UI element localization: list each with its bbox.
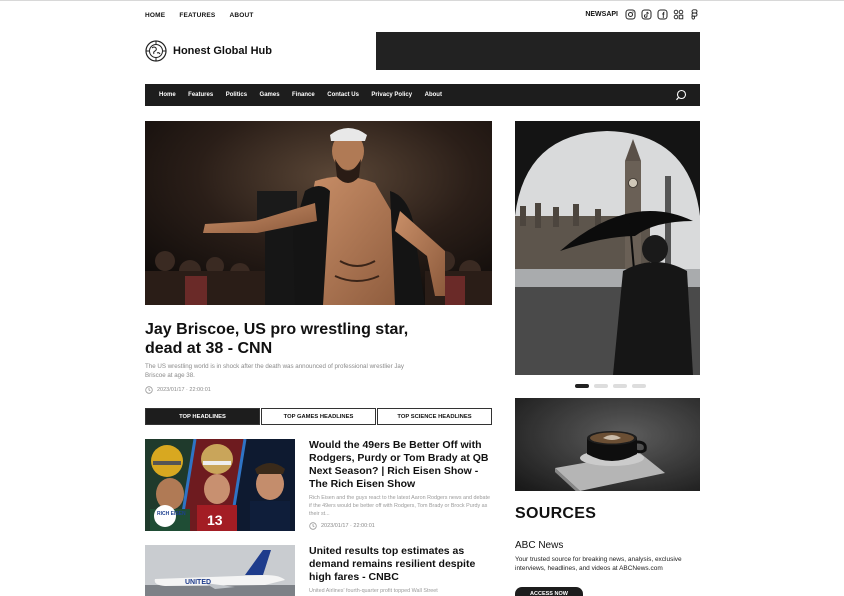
article-image[interactable]: 13 RICH EISEN — [145, 439, 295, 531]
access-now-button[interactable]: ACCESS NOW — [515, 587, 583, 596]
newsapi-brand: NEWSAPI — [585, 11, 618, 18]
ad-banner[interactable] — [376, 32, 700, 70]
top-border — [0, 0, 844, 1]
hero-datetime: 2023/01/17 · 22:00:01 — [157, 387, 211, 393]
hero-title[interactable]: Jay Briscoe, US pro wrestling star, dead… — [145, 320, 435, 358]
main-nav-contact[interactable]: Contact Us — [327, 92, 359, 98]
svg-text:13: 13 — [207, 512, 223, 528]
search-icon[interactable] — [675, 89, 688, 102]
main-nav-privacy[interactable]: Privacy Policy — [371, 92, 412, 98]
site-name: Honest Global Hub — [173, 45, 272, 57]
coffee-image[interactable] — [515, 398, 700, 491]
hero-image[interactable] — [145, 121, 492, 305]
tiktok-icon[interactable] — [641, 9, 652, 20]
slider-dot[interactable] — [613, 384, 627, 388]
sources-heading: SOURCES — [515, 505, 597, 522]
source-description: Your trusted source for breaking news, a… — [515, 556, 682, 572]
top-nav-home[interactable]: HOME — [145, 12, 165, 19]
top-right-bar: NEWSAPI — [585, 9, 700, 20]
tab-top-headlines[interactable]: TOP HEADLINES — [145, 408, 260, 425]
main-nav-games[interactable]: Games — [260, 92, 280, 98]
main-nav-features[interactable]: Features — [188, 92, 213, 98]
article-title[interactable]: Would the 49ers Be Better Off with Rodge… — [309, 439, 494, 491]
globe-logo-icon — [145, 40, 167, 62]
top-nav-features[interactable]: FEATURES — [179, 12, 215, 19]
tab-top-science-headlines[interactable]: TOP SCIENCE HEADLINES — [377, 408, 492, 425]
article-description: Rich Eisen and the guys react to the lat… — [309, 495, 490, 517]
clock-icon — [309, 522, 317, 530]
main-nav-politics[interactable]: Politics — [226, 92, 247, 98]
figma-icon[interactable] — [689, 9, 700, 20]
clock-icon — [145, 386, 153, 394]
article-image[interactable]: UNITED — [145, 545, 295, 596]
facebook-icon[interactable] — [657, 9, 668, 20]
grid-icon[interactable] — [673, 9, 684, 20]
slider-dot[interactable] — [594, 384, 608, 388]
united-livery: UNITED — [185, 579, 211, 586]
instagram-icon[interactable] — [625, 9, 636, 20]
slider-dot[interactable] — [632, 384, 646, 388]
top-nav-about[interactable]: ABOUT — [229, 12, 253, 19]
slider-dots — [575, 384, 646, 388]
hero-meta: 2023/01/17 · 22:00:01 — [145, 386, 211, 394]
tab-top-games-headlines[interactable]: TOP GAMES HEADLINES — [261, 408, 376, 425]
main-nav-finance[interactable]: Finance — [292, 92, 315, 98]
article-description: United Airlines' fourth-quarter profit t… — [309, 588, 438, 594]
main-nav: Home Features Politics Games Finance Con… — [145, 84, 700, 106]
site-logo[interactable]: Honest Global Hub — [145, 40, 272, 62]
main-nav-about[interactable]: About — [425, 92, 442, 98]
source-name[interactable]: ABC News — [515, 540, 563, 551]
article-meta: 2023/01/17 · 22:00:01 — [309, 522, 375, 530]
top-nav: HOME FEATURES ABOUT — [145, 12, 254, 19]
hero-description: The US wrestling world is in shock after… — [145, 363, 404, 379]
article-title[interactable]: United results top estimates as demand r… — [309, 545, 494, 584]
slider-dot[interactable] — [575, 384, 589, 388]
article-datetime: 2023/01/17 · 22:00:01 — [321, 523, 375, 529]
main-nav-home[interactable]: Home — [159, 92, 176, 98]
headline-tabs: TOP HEADLINES TOP GAMES HEADLINES TOP SC… — [145, 408, 492, 425]
rich-eisen-logo: RICH EISEN — [157, 511, 186, 517]
slider-image[interactable] — [515, 121, 700, 375]
